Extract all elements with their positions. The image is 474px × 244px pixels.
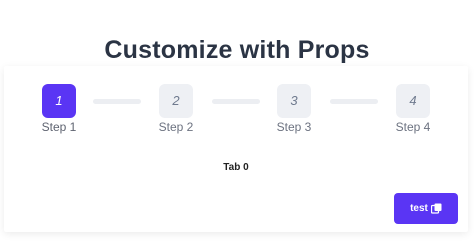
test-button-label: test — [410, 203, 428, 214]
step-4-number[interactable]: 4 — [396, 84, 430, 118]
tab-content: Tab 0 — [223, 162, 249, 173]
test-button[interactable]: test — [394, 193, 458, 224]
step-2-label: Step 2 — [158, 120, 194, 134]
step-connector-2 — [212, 99, 260, 104]
step-1[interactable]: 1 Step 1 — [29, 84, 89, 134]
step-1-label: Step 1 — [41, 120, 77, 134]
step-2[interactable]: 2 Step 2 — [146, 84, 206, 134]
stepper-card: 1 Step 1 2 Step 2 3 Step 3 4 Step 4 Tab … — [4, 66, 468, 232]
step-3-number[interactable]: 3 — [277, 84, 311, 118]
step-3[interactable]: 3 Step 3 — [264, 84, 324, 134]
copy-icon — [430, 203, 442, 214]
step-connector-3 — [330, 99, 378, 104]
step-1-number[interactable]: 1 — [42, 84, 76, 118]
step-4-label: Step 4 — [395, 120, 431, 134]
step-2-number[interactable]: 2 — [159, 84, 193, 118]
stepper: 1 Step 1 2 Step 2 3 Step 3 4 Step 4 — [4, 66, 468, 146]
step-connector-1 — [93, 99, 141, 104]
step-3-label: Step 3 — [276, 120, 312, 134]
page: Customize with Props 1 Step 1 2 Step 2 3… — [0, 0, 474, 244]
step-4[interactable]: 4 Step 4 — [383, 84, 443, 134]
page-title: Customize with Props — [104, 36, 370, 64]
